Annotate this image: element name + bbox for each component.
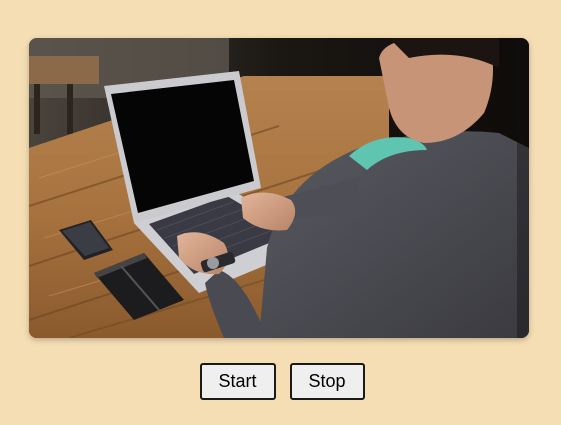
stop-button[interactable]: Stop <box>289 363 365 400</box>
slideshow-stage: Start Stop <box>0 0 561 425</box>
photo-man-typing-on-laptop <box>29 38 529 338</box>
slideshow-image <box>29 38 529 338</box>
start-button[interactable]: Start <box>199 363 276 400</box>
slideshow-controls: Start Stop <box>0 363 561 400</box>
